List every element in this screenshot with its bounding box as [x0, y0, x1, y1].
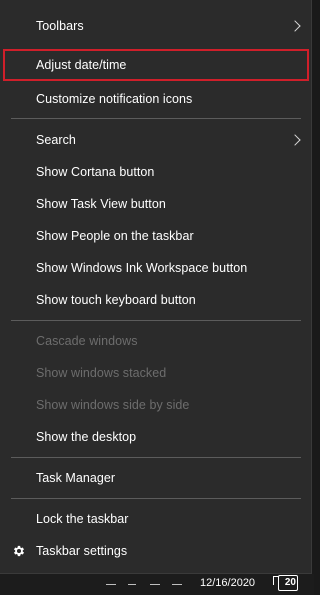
menu-item-label: Show Windows Ink Workspace button	[36, 261, 248, 275]
menu-item-customize-notification-icons[interactable]: Customize notification icons	[0, 83, 310, 115]
menu-item-cascade-windows: Cascade windows	[0, 325, 310, 357]
menu-separator	[11, 457, 301, 458]
menu-item-show-windows-stacked: Show windows stacked	[0, 357, 310, 389]
tray-icon[interactable]	[172, 584, 182, 593]
chevron-right-icon	[289, 134, 301, 146]
chevron-right-icon	[289, 20, 301, 32]
menu-item-label: Show windows side by side	[36, 398, 190, 412]
menu-item-label: Show Task View button	[36, 197, 166, 211]
menu-item-label: Toolbars	[36, 19, 84, 33]
tray-icon[interactable]	[106, 584, 116, 593]
notification-count-badge[interactable]: 20	[278, 575, 298, 591]
menu-item-label: Customize notification icons	[36, 92, 193, 106]
menu-item-label: Show touch keyboard button	[36, 293, 196, 307]
tray-icon[interactable]	[150, 584, 160, 593]
menu-item-lock-taskbar[interactable]: Lock the taskbar	[0, 503, 310, 535]
menu-separator	[11, 118, 301, 119]
taskbar: 12/16/2020 20	[0, 574, 314, 595]
taskbar-context-menu: Toolbars Adjust date/time Customize noti…	[0, 0, 312, 574]
menu-item-show-ink-workspace[interactable]: Show Windows Ink Workspace button	[0, 252, 310, 284]
menu-item-task-manager[interactable]: Task Manager	[0, 462, 310, 494]
tray-icon[interactable]	[128, 584, 136, 593]
menu-item-show-desktop[interactable]: Show the desktop	[0, 421, 310, 453]
menu-item-toolbars[interactable]: Toolbars	[0, 10, 310, 42]
menu-item-label: Cascade windows	[36, 334, 138, 348]
menu-separator	[11, 498, 301, 499]
menu-item-show-touch-keyboard[interactable]: Show touch keyboard button	[0, 284, 310, 316]
menu-item-show-cortana-button[interactable]: Show Cortana button	[0, 156, 310, 188]
menu-item-label: Show the desktop	[36, 430, 137, 444]
menu-item-label: Search	[36, 133, 76, 147]
menu-item-label: Taskbar settings	[36, 544, 128, 558]
menu-item-show-windows-side-by-side: Show windows side by side	[0, 389, 310, 421]
menu-item-label: Show Cortana button	[36, 165, 155, 179]
menu-item-label: Show People on the taskbar	[36, 229, 194, 243]
menu-item-label: Adjust date/time	[36, 58, 127, 72]
menu-item-label: Show windows stacked	[36, 366, 167, 380]
menu-item-show-task-view-button[interactable]: Show Task View button	[0, 188, 310, 220]
taskbar-clock-date[interactable]: 12/16/2020	[200, 577, 255, 589]
menu-item-adjust-date-time[interactable]: Adjust date/time	[3, 49, 309, 81]
gear-icon	[12, 544, 26, 558]
menu-item-show-people[interactable]: Show People on the taskbar	[0, 220, 310, 252]
menu-separator	[11, 320, 301, 321]
menu-item-label: Lock the taskbar	[36, 512, 129, 526]
menu-item-taskbar-settings[interactable]: Taskbar settings	[0, 535, 310, 567]
menu-item-search[interactable]: Search	[0, 124, 310, 156]
menu-item-label: Task Manager	[36, 471, 116, 485]
